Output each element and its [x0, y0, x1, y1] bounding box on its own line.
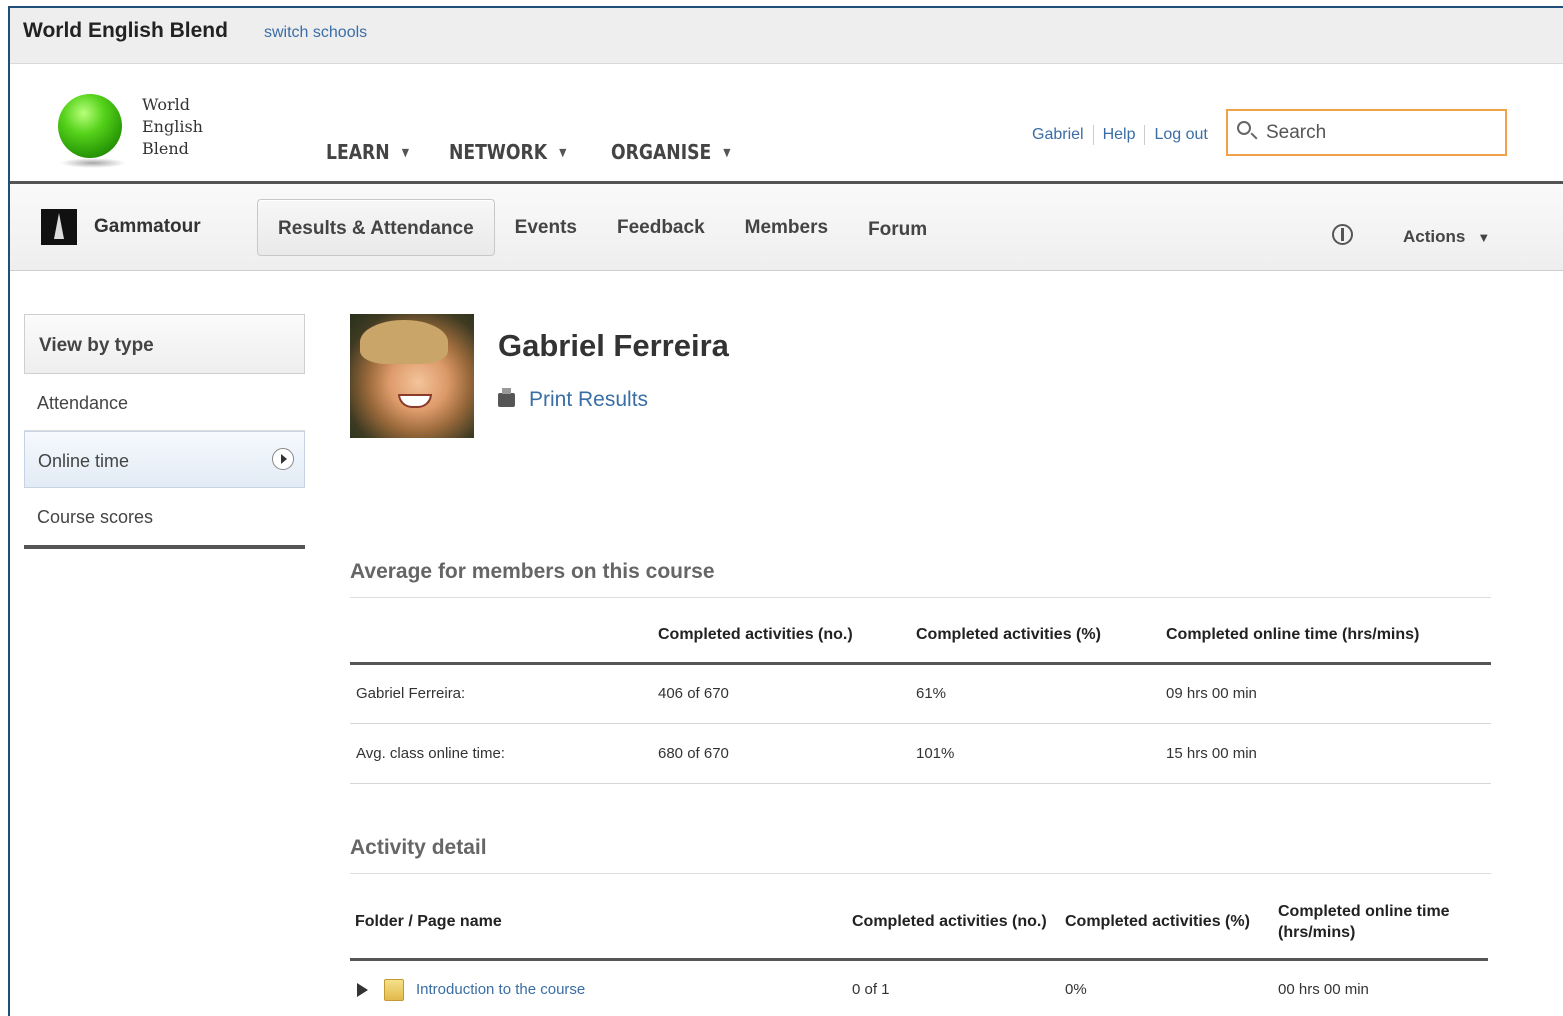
activity-section-title: Activity detail	[350, 836, 487, 859]
column-header: Completed activities (no.)	[652, 608, 910, 665]
logo-line: English	[142, 117, 203, 136]
section-divider	[350, 873, 1491, 874]
avatar-hair	[360, 320, 448, 364]
divider	[1092, 125, 1094, 145]
sidebar-item-label: Attendance	[37, 393, 129, 413]
tab-results-attendance[interactable]: Results & Attendance	[257, 199, 495, 256]
table-cell: 0 of 1	[852, 981, 890, 999]
chevron-down-icon: ▼	[401, 145, 409, 159]
expand-arrow-icon[interactable]	[357, 982, 368, 997]
avatar-smile	[398, 394, 432, 408]
chevron-down-icon: ▼	[558, 145, 566, 159]
nav-learn[interactable]: LEARN ▼	[326, 140, 409, 164]
search-box	[1226, 109, 1507, 156]
tab-events[interactable]: Events	[495, 199, 597, 256]
view-by-type-sidebar: View by type Attendance Online time Cour…	[24, 314, 305, 549]
table-cell: 09 hrs 00 min	[1160, 663, 1491, 724]
app-frame: World English Blend switch schools World…	[8, 6, 1563, 1016]
logo-line: Blend	[142, 139, 189, 158]
actions-menu-button[interactable]: Actions ▼	[1403, 227, 1490, 247]
table-cell: 15 hrs 00 min	[1160, 723, 1491, 784]
column-header: Completed activities (%)	[910, 608, 1160, 665]
column-header: Completed activities (no.)	[847, 886, 1060, 961]
column-header: Folder / Page name	[350, 886, 847, 961]
school-name: World English Blend	[23, 19, 228, 42]
logo-globe-icon[interactable]	[58, 94, 122, 158]
user-links: Gabriel Help Log out	[1032, 125, 1208, 145]
print-results-label: Print Results	[529, 388, 649, 411]
info-icon[interactable]	[1332, 224, 1353, 245]
column-header	[350, 608, 652, 665]
average-section-title: Average for members on this course	[350, 560, 715, 583]
site-header: World English Blend LEARN ▼ NETWORK ▼ ORGA…	[10, 64, 1563, 184]
caret-down-icon: ▼	[1477, 230, 1491, 245]
print-results-link[interactable]: Print Results	[498, 388, 648, 412]
page-icon	[384, 978, 404, 1001]
folder-row-name: Introduction to the course	[355, 978, 842, 1001]
profile-link[interactable]: Gabriel	[1032, 126, 1084, 144]
course-bar: Gammatour Results & Attendance Events Fe…	[10, 184, 1563, 271]
course-tabs: Results & Attendance Events Feedback Mem…	[257, 197, 947, 258]
nav-network[interactable]: NETWORK ▼	[449, 140, 566, 164]
sidebar-item-online-time[interactable]: Online time	[24, 431, 305, 488]
table-header-row: Folder / Page name Completed activities …	[350, 886, 1488, 961]
table-header-row: Completed activities (no.) Completed act…	[350, 608, 1491, 665]
chevron-down-icon: ▼	[723, 145, 731, 159]
column-header: Completed activities (%)	[1060, 886, 1273, 961]
tab-members[interactable]: Members	[725, 199, 848, 256]
nav-network-label: NETWORK	[448, 140, 547, 164]
switch-schools-link[interactable]: switch schools	[264, 24, 367, 42]
tab-forum[interactable]: Forum	[848, 201, 947, 258]
actions-label: Actions	[1403, 227, 1466, 246]
sidebar-heading: View by type	[24, 314, 305, 374]
logout-link[interactable]: Log out	[1154, 126, 1207, 144]
folder-cell: Introduction to the course	[350, 959, 847, 1016]
course-name-link[interactable]: Gammatour	[94, 216, 201, 238]
table-cell: 406 of 670	[652, 663, 910, 724]
sidebar-item-label: Online time	[38, 451, 130, 471]
sidebar-item-attendance[interactable]: Attendance	[24, 374, 305, 431]
logo-text[interactable]: World English Blend	[142, 94, 203, 160]
printer-icon	[498, 388, 515, 407]
table-cell: 00 hrs 00 min	[1278, 981, 1369, 999]
nav-learn-label: LEARN	[326, 140, 390, 164]
nav-organise[interactable]: ORGANISE ▼	[611, 140, 731, 164]
arrow-right-circle-icon	[272, 448, 294, 470]
table-row: Gabriel Ferreira: 406 of 670 61% 09 hrs …	[350, 663, 1491, 724]
divider	[1144, 125, 1146, 145]
eiffel-tower-icon	[41, 209, 77, 245]
sidebar-item-label: Course scores	[37, 507, 154, 527]
tab-feedback[interactable]: Feedback	[597, 199, 725, 256]
average-table: Completed activities (no.) Completed act…	[350, 608, 1491, 784]
help-link[interactable]: Help	[1103, 126, 1136, 144]
table-cell: 0%	[1065, 981, 1087, 999]
table-cell: 101%	[910, 723, 1160, 784]
column-header: Completed online time (hrs/mins)	[1160, 608, 1491, 665]
nav-organise-label: ORGANISE	[610, 140, 712, 164]
sidebar-item-course-scores[interactable]: Course scores	[24, 488, 305, 545]
search-input[interactable]	[1266, 119, 1496, 147]
folder-link[interactable]: Introduction to the course	[416, 981, 585, 998]
row-label: Avg. class online time:	[350, 723, 652, 784]
logo-line: World	[142, 95, 190, 114]
activity-table: Folder / Page name Completed activities …	[350, 886, 1488, 1016]
school-bar: World English Blend switch schools	[10, 8, 1563, 64]
column-header: Completed online time (hrs/mins)	[1273, 886, 1488, 961]
table-cell: 61%	[910, 663, 1160, 724]
section-divider	[350, 597, 1491, 598]
table-cell: 680 of 670	[652, 723, 910, 784]
table-row: Avg. class online time: 680 of 670 101% …	[350, 723, 1491, 784]
main-nav: LEARN ▼ NETWORK ▼ ORGANISE ▼	[326, 140, 750, 164]
avatar	[350, 314, 474, 438]
row-label: Gabriel Ferreira:	[350, 663, 652, 724]
sidebar-bottom-rule	[24, 545, 305, 549]
logo-shadow	[60, 158, 126, 168]
member-name: Gabriel Ferreira	[498, 328, 729, 363]
search-icon	[1237, 121, 1251, 135]
table-row: Introduction to the course 0 of 1 0% 00 …	[350, 959, 1488, 1016]
